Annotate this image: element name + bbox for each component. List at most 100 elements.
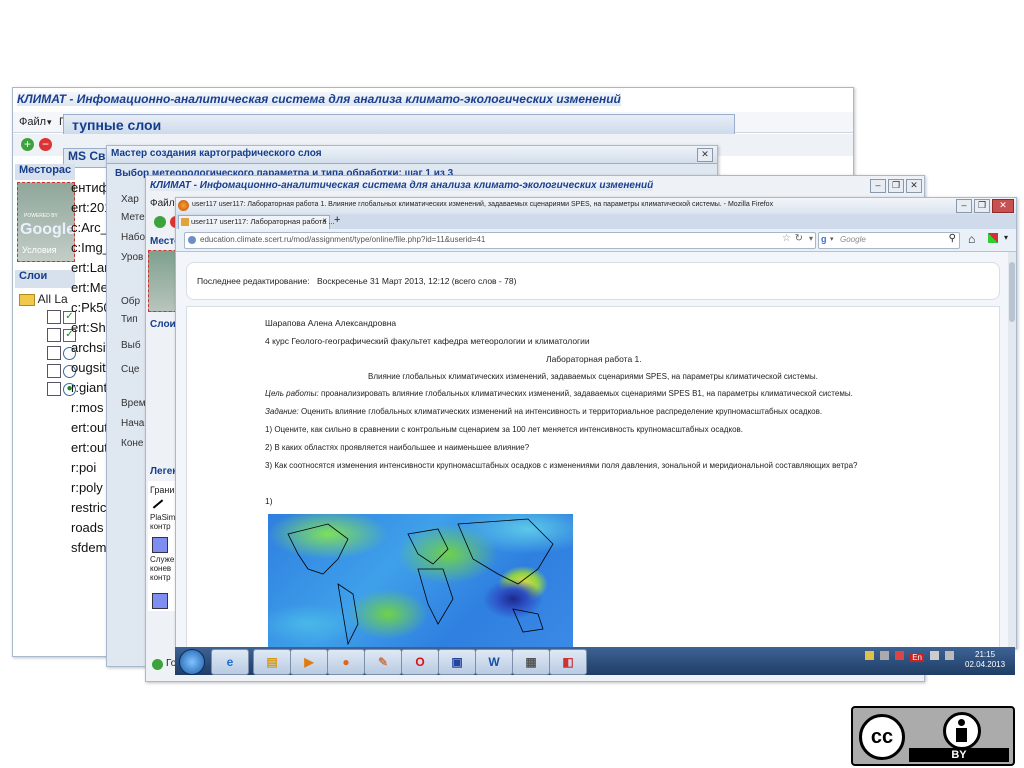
line-legend-icon bbox=[152, 499, 164, 509]
media-player-icon[interactable]: ▶ bbox=[290, 649, 328, 675]
layer-list-item[interactable]: c:Img_ bbox=[71, 240, 110, 258]
layers-panel-title: Слои bbox=[19, 270, 48, 282]
layer-list-item[interactable]: r:poly bbox=[71, 480, 103, 498]
add-icon[interactable]: + bbox=[21, 138, 34, 151]
doc-task-label: Задание: bbox=[265, 407, 299, 416]
places-panel-header: Месторас bbox=[15, 164, 75, 180]
paint-icon[interactable]: ✎ bbox=[364, 649, 402, 675]
word-icon[interactable]: W bbox=[475, 649, 513, 675]
ff-scroll-thumb[interactable] bbox=[1009, 262, 1015, 322]
menu-chevron-icon[interactable]: ▾ bbox=[1004, 233, 1008, 242]
file-explorer-icon[interactable]: ▤ bbox=[253, 649, 291, 675]
wizard-field-label: Хар bbox=[121, 194, 139, 205]
wizard-field-label: Мете bbox=[121, 212, 145, 223]
new-tab-icon[interactable]: + bbox=[334, 214, 340, 226]
doc-figure-label: 1) bbox=[265, 496, 273, 506]
mid-menu-file[interactable]: Файл bbox=[150, 198, 175, 209]
maximize-icon[interactable]: ❐ bbox=[974, 199, 990, 213]
last-edit-value: Воскресенье 31 Март 2013, 12:12 (всего с… bbox=[317, 276, 517, 286]
url-bar[interactable]: education.climate.scert.ru/mod/assignmen… bbox=[184, 232, 816, 249]
search-icon[interactable]: ⚲ bbox=[949, 233, 956, 244]
layer-list-item[interactable]: restric bbox=[71, 500, 106, 518]
firefox-icon[interactable]: ● bbox=[327, 649, 365, 675]
close-tab-icon[interactable]: × bbox=[322, 216, 327, 225]
maximize-icon[interactable]: ❐ bbox=[888, 179, 904, 193]
by-person-icon bbox=[943, 712, 981, 750]
wizard-field-label: Сце bbox=[121, 364, 140, 375]
available-layers-title: тупные слои bbox=[72, 117, 162, 133]
minimize-icon[interactable]: – bbox=[956, 199, 972, 213]
hatch-legend-icon bbox=[152, 593, 168, 609]
minimize-icon[interactable]: – bbox=[870, 179, 886, 193]
doc-author: Шарапова Алена Александровна bbox=[265, 318, 397, 328]
search-placeholder: Google bbox=[840, 235, 866, 244]
firefox-logo-icon bbox=[178, 200, 189, 211]
layer-icon bbox=[47, 310, 61, 324]
mid-window-controls: – ❐ ✕ bbox=[868, 179, 922, 193]
url-text: education.climate.scert.ru/mod/assignmen… bbox=[200, 235, 486, 244]
layer-list-item[interactable]: r:giant bbox=[71, 380, 107, 398]
save-disk-icon[interactable]: ▣ bbox=[438, 649, 476, 675]
all-layers-label: All La bbox=[37, 292, 68, 306]
wizard-field-label: Обр bbox=[121, 296, 141, 307]
tray-battery-icon[interactable] bbox=[945, 651, 955, 660]
wizard-titlebar: Мастер создания картографического слоя ✕ bbox=[107, 146, 717, 164]
search-box[interactable]: g ▾ Google ⚲ bbox=[818, 232, 960, 249]
start-button[interactable] bbox=[179, 649, 205, 675]
remove-icon[interactable]: − bbox=[39, 138, 52, 151]
places-panel-title: Месторас bbox=[19, 164, 72, 176]
ff-titlebar: user117 user117: Лабораторная работа 1. … bbox=[176, 198, 1016, 214]
all-layers-node[interactable]: All La bbox=[19, 292, 68, 306]
presentation-icon[interactable]: ◧ bbox=[549, 649, 587, 675]
wizard-field-label: Набо bbox=[121, 232, 146, 243]
doc-q1: 1) Оцените, как сильно в сравнении с кон… bbox=[265, 425, 743, 434]
back-window-title: КЛИМАТ - Инфомационно-аналитическая сист… bbox=[17, 92, 621, 106]
dropdown-icon[interactable]: ▾ bbox=[809, 234, 813, 243]
tray-speaker-icon[interactable] bbox=[930, 651, 940, 660]
layer-list-item[interactable]: c:Arc_ bbox=[71, 220, 108, 238]
layer-list-item[interactable]: c:Pk50 bbox=[71, 300, 111, 318]
home-icon[interactable]: ⌂ bbox=[968, 232, 975, 246]
doc-task: Задание: Оценить влияние глобальных клим… bbox=[265, 407, 822, 416]
cc-circle-icon: cc bbox=[859, 714, 905, 760]
reload-icon[interactable]: ↻ bbox=[795, 233, 803, 244]
bookmark-star-icon[interactable]: ☆ bbox=[782, 233, 791, 244]
close-icon[interactable]: ✕ bbox=[697, 148, 713, 162]
close-icon[interactable]: ✕ bbox=[992, 199, 1014, 213]
ff-tab[interactable]: user117 user117: Лабораторная работа ...… bbox=[178, 215, 335, 229]
opera-icon[interactable]: O bbox=[401, 649, 439, 675]
language-indicator[interactable]: En bbox=[910, 653, 924, 662]
layer-list-item[interactable]: ентиф bbox=[71, 180, 109, 198]
addon-icon[interactable] bbox=[988, 233, 998, 243]
layer-icon bbox=[47, 346, 61, 360]
by-label-bar: BY bbox=[909, 748, 1009, 762]
calculator-icon[interactable]: ▦ bbox=[512, 649, 550, 675]
doc-lab-subtitle: Влияние глобальных климатических изменен… bbox=[368, 372, 818, 381]
by-text: BY bbox=[951, 749, 967, 761]
google-powered-text: POWERED BY bbox=[24, 213, 58, 219]
internet-explorer-icon[interactable]: e bbox=[211, 649, 249, 675]
mid-window-title: КЛИМАТ - Инфомационно-аналитическая сист… bbox=[150, 180, 654, 191]
google-map-thumb[interactable]: POWERED BY Google Условия bbox=[17, 182, 75, 262]
tray-alert-icon[interactable] bbox=[895, 651, 905, 660]
google-terms[interactable]: Условия bbox=[22, 245, 57, 255]
doc-course: 4 курс Геолого-географический факультет … bbox=[265, 336, 590, 346]
tray-flag-icon[interactable] bbox=[865, 651, 874, 660]
layer-list-item[interactable]: r:mos bbox=[71, 400, 104, 418]
doc-goal-text: проанализировать влияние глобальных клим… bbox=[320, 389, 853, 398]
cc-text: cc bbox=[870, 726, 894, 748]
layer-list-item[interactable]: roads bbox=[71, 520, 104, 538]
ff-tabbar: user117 user117: Лабораторная работа ...… bbox=[176, 214, 1016, 229]
layer-list-item[interactable]: r:poi bbox=[71, 460, 96, 478]
doc-q2: 2) В каких областях проявляется наибольш… bbox=[265, 443, 530, 452]
close-icon[interactable]: ✕ bbox=[906, 179, 922, 193]
ff-scrollbar[interactable] bbox=[1008, 252, 1016, 648]
wizard-field-label: Коне bbox=[121, 438, 144, 449]
clock[interactable]: 21:15 02.04.2013 bbox=[965, 650, 1005, 670]
wizard-title: Мастер создания картографического слоя bbox=[111, 148, 322, 159]
layer-list-item[interactable]: archsit bbox=[71, 340, 109, 358]
mid-add-icon[interactable] bbox=[154, 216, 166, 228]
layer-list-item[interactable]: sfdem bbox=[71, 540, 106, 558]
menu-file[interactable]: Файл bbox=[19, 116, 46, 128]
tray-network-icon[interactable] bbox=[880, 651, 890, 660]
